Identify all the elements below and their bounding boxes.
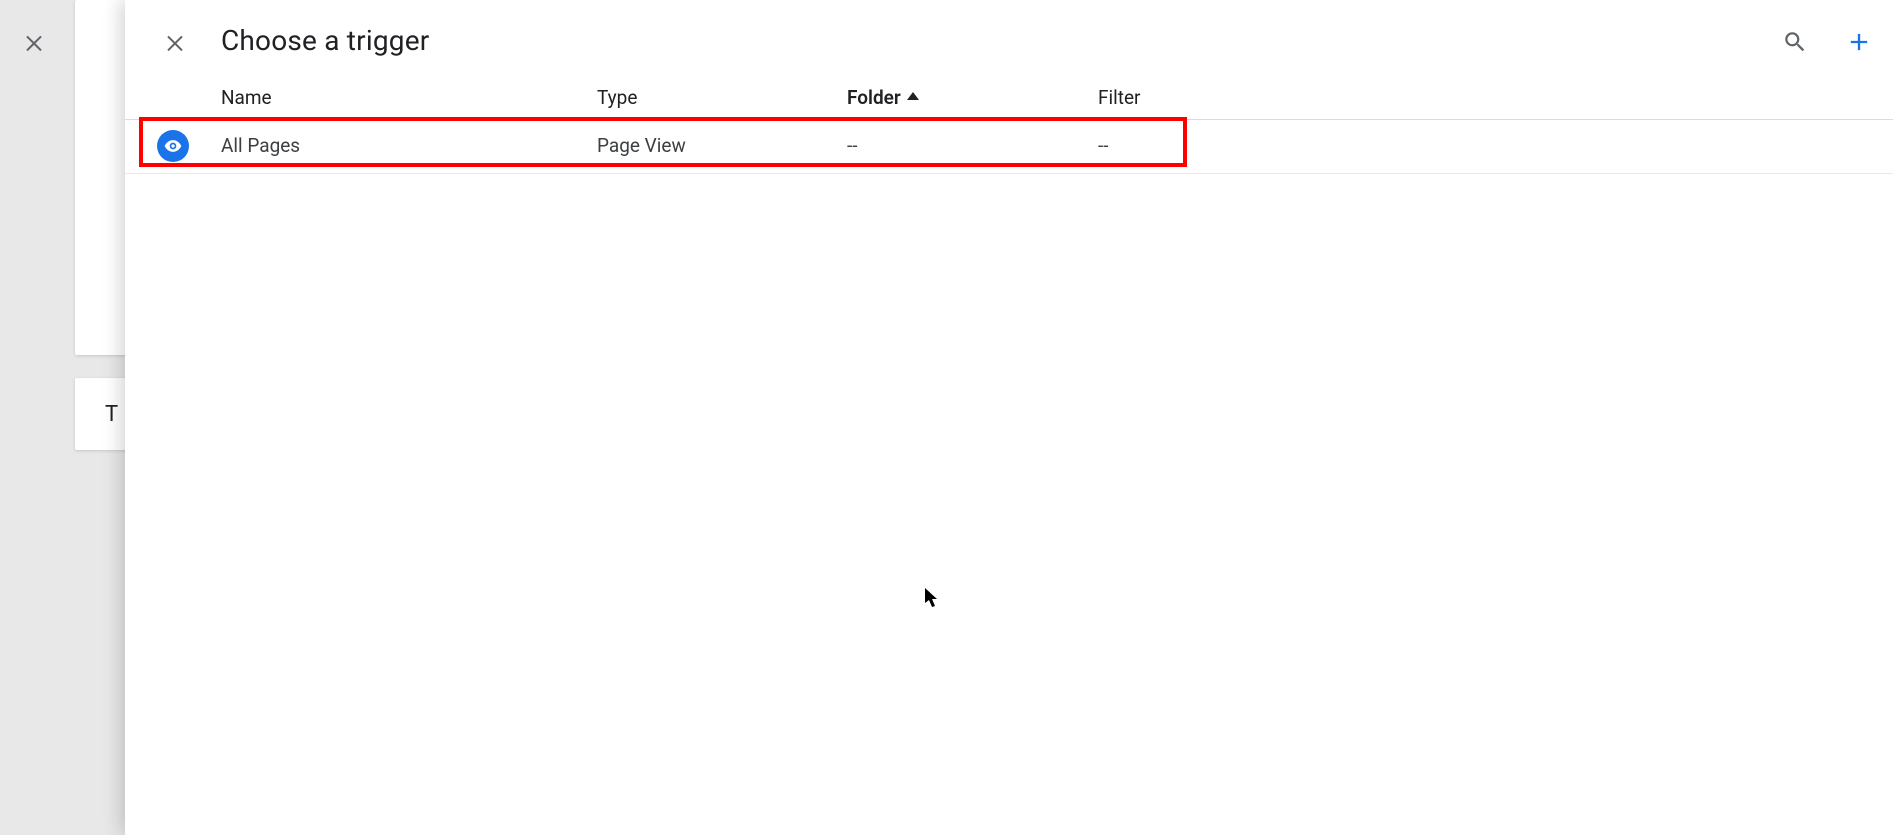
row-folder: -- [847,134,858,157]
close-icon[interactable] [22,30,46,54]
row-name: All Pages [221,134,300,157]
panel-header: Choose a trigger [125,0,1893,84]
triangle-up-icon [907,92,919,100]
search-icon[interactable] [1775,22,1815,62]
column-header-type[interactable]: Type [597,86,637,109]
row-type: Page View [597,134,686,157]
table-row[interactable]: All Pages Page View -- -- [125,120,1893,174]
choose-trigger-panel: Choose a trigger Name Type Folder Filter [125,0,1893,835]
background-card-text: T [105,402,118,427]
column-header-folder-label: Folder [847,86,901,109]
plus-icon[interactable] [1839,22,1879,62]
column-header-folder[interactable]: Folder [847,86,919,109]
cursor-icon [925,588,941,608]
table-body: All Pages Page View -- -- [125,120,1893,174]
column-header-name[interactable]: Name [221,86,272,109]
panel-title: Choose a trigger [221,24,429,57]
close-icon[interactable] [163,30,187,54]
page-view-icon [157,130,189,162]
table-header: Name Type Folder Filter [125,84,1893,120]
column-header-filter[interactable]: Filter [1098,86,1140,109]
app-stage: T Choose a trigger Name Type Folder [0,0,1893,835]
panel-actions [1775,22,1879,62]
row-filter: -- [1098,134,1109,157]
